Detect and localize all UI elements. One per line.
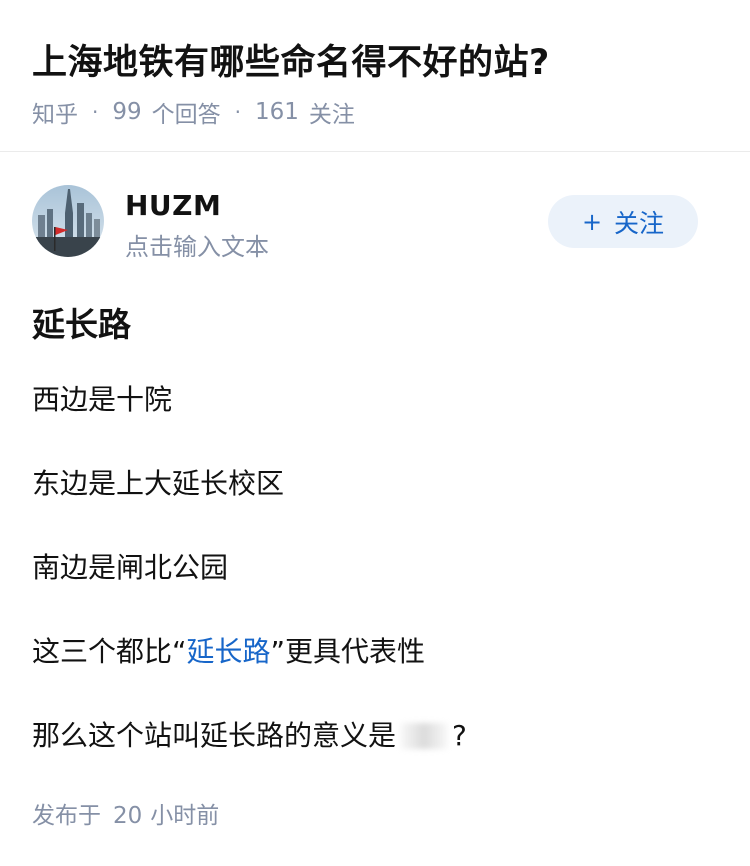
station-link[interactable]: 延长路	[187, 635, 271, 668]
blurred-text	[400, 723, 449, 749]
answer-paragraph: 西边是十院	[32, 383, 173, 416]
follower-count: 161	[255, 99, 299, 125]
answer-paragraph: 那么这个站叫延长路的意义是?	[32, 716, 467, 756]
avatar[interactable]	[32, 185, 104, 257]
follow-button-label: 关注	[614, 208, 665, 238]
meta-separator: ·	[92, 100, 99, 124]
meta-separator: ·	[234, 100, 241, 124]
paragraph-text: 这三个都比“	[32, 635, 187, 668]
paragraph-text: ?	[452, 719, 467, 752]
answer-heading: 延长路	[32, 305, 131, 344]
publish-num: 20	[113, 803, 143, 829]
answer-paragraph: 南边是闸北公园	[32, 551, 229, 584]
paragraph-text: ”更具代表性	[270, 635, 426, 668]
publish-suffix: 小时前	[150, 803, 220, 829]
question-title[interactable]: 上海地铁有哪些命名得不好的站?	[32, 34, 550, 85]
skyline-avatar-icon	[32, 185, 104, 257]
author-row: HUZM 点击输入文本 + 关注	[0, 185, 750, 261]
question-header: 上海地铁有哪些命名得不好的站? 知乎 · 99 个回答 · 161 关注	[0, 0, 750, 152]
answer-count: 99	[112, 99, 142, 125]
follow-button[interactable]: + 关注	[548, 195, 698, 248]
answer-paragraph: 这三个都比“延长路”更具代表性	[32, 632, 425, 672]
author-bio: 点击输入文本	[125, 233, 269, 261]
author-name[interactable]: HUZM	[125, 189, 221, 222]
plus-icon: +	[581, 207, 603, 236]
answer-count-label[interactable]: 个回答	[152, 95, 221, 129]
question-meta: 知乎 · 99 个回答 · 161 关注	[32, 95, 355, 129]
answer-body: 延长路 西边是十院 东边是上大延长校区 南边是闸北公园 这三个都比“延长路”更具…	[32, 300, 722, 752]
source-label[interactable]: 知乎	[32, 95, 78, 129]
answer-paragraph: 东边是上大延长校区	[32, 467, 285, 500]
publish-prefix: 发布于	[32, 803, 101, 829]
follower-count-label: 关注	[308, 102, 355, 128]
publish-time: 发布于 20 小时前	[32, 796, 219, 830]
paragraph-text: 那么这个站叫延长路的意义是	[32, 719, 397, 752]
